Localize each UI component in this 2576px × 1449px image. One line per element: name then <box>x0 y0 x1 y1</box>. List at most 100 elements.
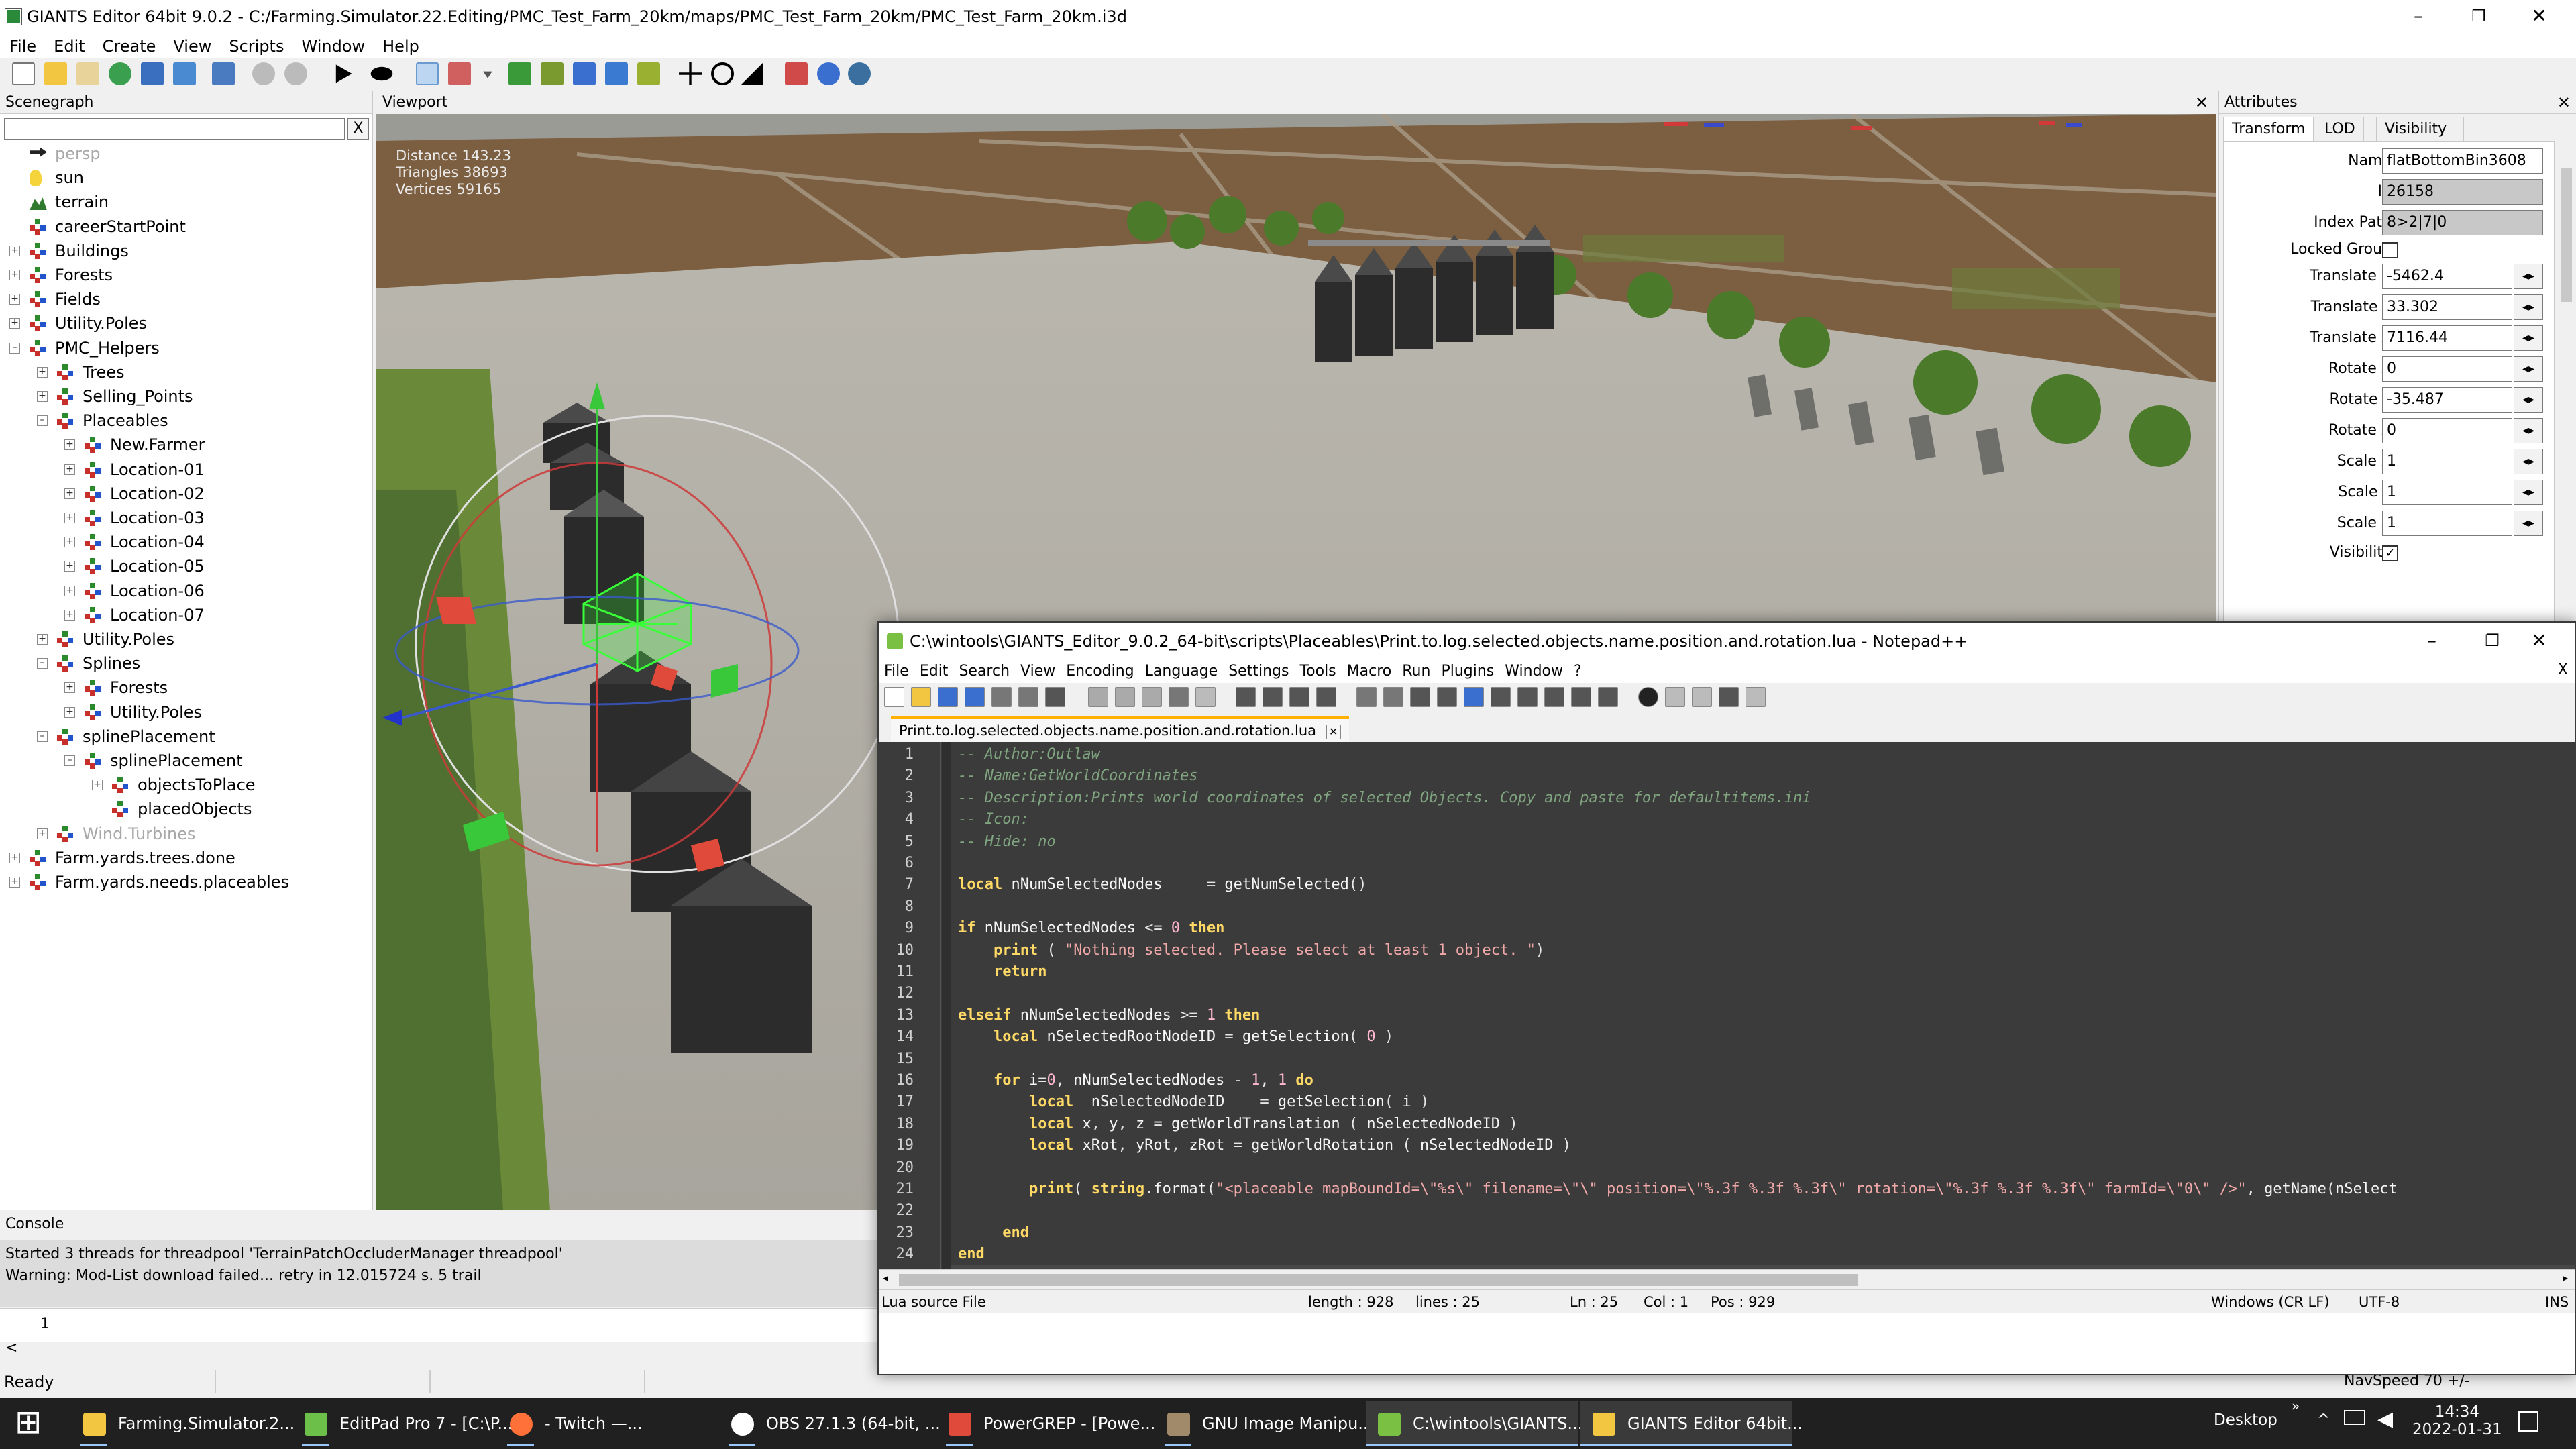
editor-hscroll-thumb[interactable] <box>899 1274 1858 1286</box>
tree-item[interactable]: careerStartPoint <box>0 215 373 238</box>
expand-icon[interactable]: + <box>9 877 20 888</box>
volume-icon[interactable]: ◀ <box>2377 1407 2393 1431</box>
editor-hscrollbar[interactable]: ◂ ▸ <box>879 1269 2575 1289</box>
notifications-icon[interactable] <box>2518 1411 2538 1432</box>
attr-value-field[interactable]: -35.487 <box>2382 387 2512 413</box>
folder-workspace-icon[interactable] <box>1571 687 1591 707</box>
file-tab[interactable]: Print.to.log.selected.objects.name.posit… <box>891 716 1349 742</box>
tree-item[interactable]: + Utility.Poles <box>0 628 373 651</box>
redo-icon[interactable] <box>1195 687 1216 707</box>
collapse-icon[interactable]: – <box>37 658 48 669</box>
code-line[interactable]: if nNumSelectedNodes <= 0 then <box>958 920 1224 936</box>
save-icon[interactable] <box>141 62 164 85</box>
wrap-icon[interactable] <box>1410 687 1430 707</box>
collapse-icon[interactable]: – <box>64 755 75 766</box>
expand-icon[interactable]: + <box>37 634 48 645</box>
np-menu-item[interactable]: View <box>1015 660 1061 683</box>
taskbar-app[interactable]: GNU Image Manipu... <box>1155 1401 1373 1446</box>
settings-gear-icon[interactable] <box>848 62 871 85</box>
attr-value-field[interactable]: 0 <box>2382 418 2512 443</box>
console-hscrollbar[interactable]: < <box>0 1340 879 1359</box>
scenegraph-search-clear-button[interactable]: X <box>347 118 369 140</box>
attr-value-field[interactable]: 1 <box>2382 480 2512 505</box>
tree-item[interactable]: + Location-05 <box>0 555 373 578</box>
taskbar-app[interactable]: Farming.Simulator.2... <box>71 1401 294 1446</box>
menu-window[interactable]: Window <box>292 34 373 58</box>
toolbar-chevron-icon[interactable]: » <box>2292 1398 2300 1414</box>
code-line[interactable]: return <box>958 963 1046 980</box>
spin-arrows-icon[interactable]: ◂▸ <box>2514 294 2543 320</box>
expand-icon[interactable]: + <box>92 780 103 791</box>
menu-help[interactable]: Help <box>373 34 427 58</box>
refresh-icon[interactable] <box>109 62 131 85</box>
attr-checkbox[interactable]: ✓ <box>2382 545 2398 561</box>
zoom-out-icon[interactable] <box>1316 687 1336 707</box>
tree-item[interactable]: + Trees <box>0 361 373 384</box>
sync-h-icon[interactable] <box>1383 687 1403 707</box>
np-menu-item[interactable]: Plugins <box>1436 660 1499 683</box>
desktop-toolbar[interactable]: Desktop <box>2214 1411 2277 1429</box>
tray-overflow-icon[interactable]: ^ <box>2317 1411 2330 1429</box>
tree-item[interactable]: + Forests <box>0 264 373 286</box>
open-icon[interactable] <box>911 687 931 707</box>
tree-item[interactable]: + Location-02 <box>0 482 373 505</box>
tree-item[interactable]: + Location-04 <box>0 531 373 553</box>
tree-item[interactable]: persp <box>0 142 373 165</box>
stop-icon[interactable] <box>1665 687 1685 707</box>
expand-icon[interactable]: + <box>9 318 20 329</box>
tree-item[interactable]: + objectsToPlace <box>0 773 373 796</box>
new-icon[interactable] <box>884 687 904 707</box>
tree-item[interactable]: sun <box>0 166 373 189</box>
terrain-paint-icon[interactable] <box>541 62 564 85</box>
expand-icon[interactable]: + <box>9 852 20 863</box>
all-chars-icon[interactable] <box>1437 687 1457 707</box>
find-icon[interactable] <box>1236 687 1256 707</box>
collapse-icon[interactable]: – <box>37 415 48 427</box>
indent-guide-icon[interactable] <box>1464 687 1484 707</box>
paint-tool-icon[interactable] <box>448 62 471 85</box>
code-line[interactable]: local xRot, yRot, zRot = getWorldRotatio… <box>958 1137 1571 1154</box>
tree-item[interactable]: + Fields <box>0 288 373 311</box>
expand-icon[interactable]: + <box>64 585 75 596</box>
np-menu-item[interactable]: Encoding <box>1061 660 1139 683</box>
expand-icon[interactable]: + <box>37 391 48 402</box>
replace-icon[interactable] <box>1263 687 1283 707</box>
attr-value-field[interactable]: 7116.44 <box>2382 325 2512 351</box>
spin-arrows-icon[interactable]: ◂▸ <box>2514 264 2543 289</box>
taskbar-app[interactable]: C:\wintools\GIANTS... <box>1366 1401 1582 1446</box>
np-menu-item[interactable]: Search <box>953 660 1015 683</box>
expand-icon[interactable]: + <box>64 513 75 523</box>
expand-icon[interactable]: + <box>37 366 48 378</box>
play-icon[interactable] <box>1692 687 1712 707</box>
code-line[interactable]: local nSelectedNodeID = getSelection( i … <box>958 1093 1429 1110</box>
print-icon[interactable] <box>1045 687 1065 707</box>
menu-create[interactable]: Create <box>93 34 164 58</box>
np-close-button[interactable]: ✕ <box>2502 625 2576 658</box>
undo-icon[interactable] <box>1169 687 1189 707</box>
collapse-icon[interactable]: – <box>9 342 20 354</box>
attr-value-field[interactable]: 1 <box>2382 511 2512 536</box>
tree-item[interactable]: + Location-07 <box>0 604 373 627</box>
eye-icon[interactable] <box>370 66 393 81</box>
expand-icon[interactable]: + <box>64 706 75 718</box>
expand-icon[interactable]: + <box>64 439 75 451</box>
cut-icon[interactable] <box>1088 687 1108 707</box>
code-line[interactable]: -- Author:Outlaw <box>958 746 1100 763</box>
paste-icon[interactable] <box>1142 687 1162 707</box>
spin-arrows-icon[interactable]: ◂▸ <box>2514 480 2543 505</box>
attr-value-field[interactable]: flatBottomBin3608 <box>2382 148 2543 174</box>
import-icon[interactable] <box>212 62 235 85</box>
tree-paint-icon[interactable] <box>637 62 660 85</box>
play-multi-icon[interactable] <box>1719 687 1739 707</box>
code-editor[interactable]: 1 -- Author:Outlaw 2 -- Name:GetWorldCoordi… <box>879 742 2575 1269</box>
doc-map-icon[interactable] <box>1517 687 1538 707</box>
terrain-sculpt-icon[interactable] <box>508 62 531 85</box>
np-menu-item[interactable]: Settings <box>1223 660 1294 683</box>
code-line[interactable]: for i=0, nNumSelectedNodes - 1, 1 do <box>958 1072 1313 1089</box>
menu-scripts[interactable]: Scripts <box>219 34 292 58</box>
windows-start-icon[interactable]: ⊞ <box>15 1403 42 1441</box>
np-menu-item[interactable]: Run <box>1397 660 1436 683</box>
tab-close-icon[interactable]: ✕ <box>1326 724 1341 739</box>
foliage-paint-icon[interactable] <box>573 62 596 85</box>
spin-arrows-icon[interactable]: ◂▸ <box>2514 356 2543 382</box>
